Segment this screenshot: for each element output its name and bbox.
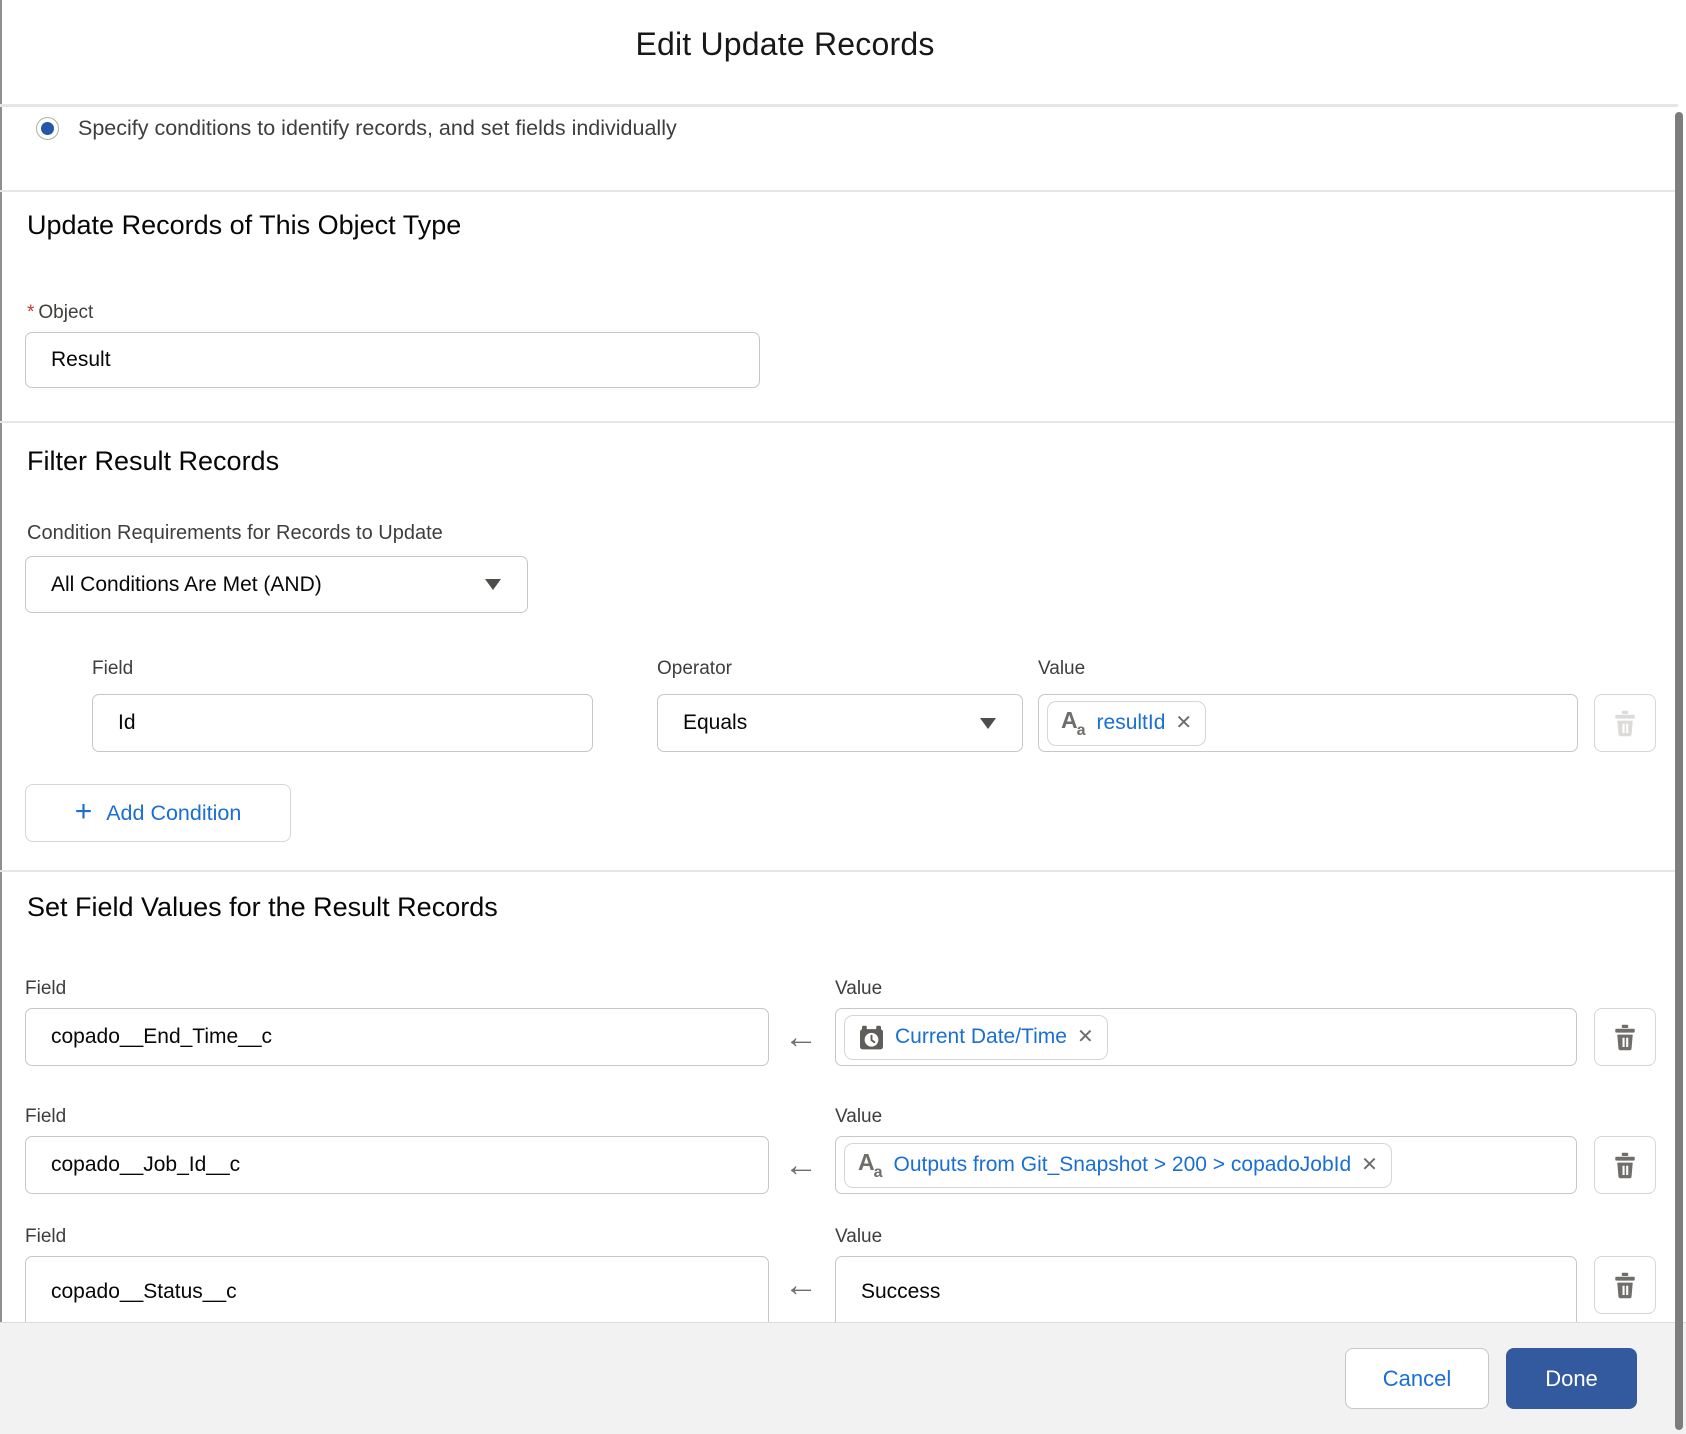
plus-icon: + [74,794,93,828]
field-input-job-id[interactable]: copado__Job_Id__c [25,1136,769,1194]
cancel-button[interactable]: Cancel [1345,1348,1489,1409]
field-input-end-time[interactable]: copado__End_Time__c [25,1008,769,1066]
object-section-heading: Update Records of This Object Type [27,210,462,240]
remove-pill-icon[interactable]: ✕ [1361,1155,1378,1175]
value-column-label: Value [835,1106,883,1127]
delete-row-button[interactable] [1594,1008,1656,1066]
divider [0,421,1678,423]
trash-icon [1615,710,1635,737]
trash-icon [1615,1152,1635,1179]
divider [0,190,1678,192]
datetime-icon [860,1025,883,1049]
filter-field-input[interactable]: Id [92,694,593,752]
add-condition-button[interactable]: + Add Condition [25,784,291,842]
text-type-icon: Aa [858,1148,883,1182]
assign-arrow-icon: ← [784,1146,818,1184]
record-mode-option[interactable]: Specify conditions to identify records, … [36,116,677,141]
radio-option-label: Specify conditions to identify records, … [78,116,677,140]
delete-condition-button[interactable] [1594,694,1656,752]
object-input[interactable]: Result [25,332,760,388]
value-pill[interactable]: Current Date/Time ✕ [844,1014,1108,1060]
object-input-value: Result [51,348,111,371]
value-input-status[interactable]: Success [835,1256,1577,1328]
trash-icon [1615,1024,1635,1051]
field-column-label: Field [25,1106,67,1127]
dropdown-caret-icon [980,717,996,729]
set-values-section-heading: Set Field Values for the Result Records [27,892,498,922]
condition-requirements-label: Condition Requirements for Records to Up… [27,522,443,544]
edit-update-records-dialog: Edit Update Records Specify conditions t… [0,0,1686,1434]
delete-row-button[interactable] [1594,1136,1656,1194]
remove-pill-icon[interactable]: ✕ [1077,1027,1094,1047]
filter-operator-select[interactable]: Equals [657,694,1023,752]
field-column-label: Field [25,1226,67,1247]
divider [0,870,1678,872]
object-label-text: Object [38,302,94,323]
value-column-label: Value [835,1226,883,1247]
field-column-label: Field [25,978,67,999]
dropdown-caret-icon [485,579,501,590]
trash-icon [1615,1272,1635,1299]
value-pill[interactable]: Aa Outputs from Git_Snapshot > 200 > cop… [844,1142,1392,1188]
required-asterisk: * [27,302,35,323]
dialog-left-border [0,0,2,1434]
add-condition-label: Add Condition [106,800,242,825]
dialog-footer: Cancel Done [0,1322,1686,1434]
object-field-label: * Object [27,302,93,324]
field-value: copado__Status__c [51,1280,237,1303]
radio-selected-icon[interactable] [36,117,59,140]
filter-field-value: Id [118,711,136,734]
filter-operator-value: Equals [683,711,748,734]
value-column-label: Value [835,978,883,999]
pill-label: resultId [1096,711,1166,734]
condition-requirements-value: All Conditions Are Met (AND) [51,572,322,596]
field-input-status[interactable]: copado__Status__c [25,1256,769,1328]
radio-dot [41,122,54,135]
value-pill[interactable]: Aa resultId ✕ [1047,700,1207,746]
value-text: Success [861,1280,941,1303]
field-value: copado__End_Time__c [51,1025,273,1048]
pill-label: Current Date/Time [895,1025,1067,1048]
assign-arrow-icon: ← [784,1266,818,1304]
text-type-icon: Aa [1061,706,1086,740]
filter-section-heading: Filter Result Records [27,446,280,476]
value-input-job-id[interactable]: Aa Outputs from Git_Snapshot > 200 > cop… [835,1136,1577,1194]
delete-row-button[interactable] [1594,1256,1656,1314]
value-input-end-time[interactable]: Current Date/Time ✕ [835,1008,1577,1066]
condition-requirements-select[interactable]: All Conditions Are Met (AND) [25,556,528,613]
filter-operator-column-label: Operator [657,658,732,679]
done-button[interactable]: Done [1506,1348,1637,1409]
field-value: copado__Job_Id__c [51,1153,241,1176]
filter-value-input[interactable]: Aa resultId ✕ [1038,694,1578,752]
remove-pill-icon[interactable]: ✕ [1175,713,1192,733]
filter-field-column-label: Field [92,658,134,679]
divider [0,104,1678,107]
filter-value-column-label: Value [1038,658,1086,679]
vertical-scrollbar[interactable] [1675,112,1683,1430]
pill-label: Outputs from Git_Snapshot > 200 > copado… [893,1153,1352,1176]
dialog-title: Edit Update Records [635,26,935,62]
assign-arrow-icon: ← [784,1018,818,1056]
